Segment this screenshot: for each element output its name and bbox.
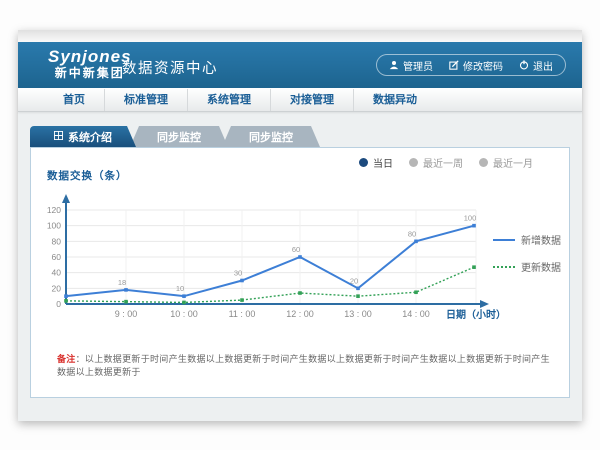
tab-label: 系统介绍 [68,129,112,145]
tab-bar: 系统介绍 同步监控 同步监控 [30,126,320,147]
legend-label: 更新数据 [521,259,561,274]
nav-item-system-mgmt[interactable]: 系统管理 [188,89,271,111]
svg-text:100: 100 [464,214,477,223]
nav-item-data-change[interactable]: 数据异动 [354,89,436,111]
svg-text:60: 60 [292,245,300,254]
svg-text:60: 60 [52,252,62,262]
svg-text:30: 30 [234,269,242,278]
svg-text:日期（小时）: 日期（小时） [446,308,506,321]
logout-label: 退出 [533,58,553,73]
tab-label: 同步监控 [157,129,201,145]
svg-text:80: 80 [52,236,62,246]
legend-label: 新增数据 [521,232,561,247]
tab-label: 同步监控 [249,129,293,145]
svg-text:12 : 00: 12 : 00 [286,309,314,319]
radio-last-week[interactable]: 最近一周 [409,155,463,170]
radio-label: 当日 [373,155,393,170]
app-header: Synjones 新中新集团 数据资源中心 管理员 修改密码 退出 [18,42,582,88]
tab-sync-monitor-1[interactable]: 同步监控 [130,126,228,147]
nav-item-home[interactable]: 首页 [44,89,105,111]
note-label: 备注 [57,354,76,364]
svg-text:9 : 00: 9 : 00 [115,309,138,319]
user-menu[interactable]: 管理员 [381,58,441,73]
radio-dot-icon [409,158,418,167]
edit-icon [449,60,459,70]
window-top-strip [18,30,582,42]
grid-icon [54,131,63,143]
note-text: ：以上数据更新于时间产生数据以上数据更新于时间产生数据以上数据更新于时间产生数据… [57,354,550,377]
logo-text-cn: 新中新集团 [48,66,132,81]
chart-legend: 新增数据 更新数据 [493,232,561,274]
svg-text:120: 120 [47,205,61,215]
nav-item-interface-mgmt[interactable]: 对接管理 [271,89,354,111]
svg-text:40: 40 [52,268,62,278]
logout-button[interactable]: 退出 [511,58,561,73]
radio-label: 最近一月 [493,155,533,170]
user-menu-label: 管理员 [403,58,433,73]
logo-text-en: Synjones [48,47,132,66]
svg-text:11 : 00: 11 : 00 [229,309,256,319]
power-icon [519,60,529,70]
user-icon [389,60,399,70]
y-axis-title: 数据交换（条） [47,168,128,183]
change-password-label: 修改密码 [463,58,503,73]
radio-last-month[interactable]: 最近一月 [479,155,533,170]
dotted-line-icon [493,266,515,268]
svg-text:100: 100 [47,221,61,231]
footer-note: 备注：以上数据更新于时间产生数据以上数据更新于时间产生数据以上数据更新于时间产生… [57,353,557,379]
line-chart: 0 20 40 60 80 100 120 9 : 00 10 : 00 11 : 00 12 : … [39,186,514,324]
svg-text:18: 18 [118,278,126,287]
radio-label: 最近一周 [423,155,463,170]
svg-text:80: 80 [408,229,416,238]
svg-text:13 : 00: 13 : 00 [344,309,372,319]
company-logo[interactable]: Synjones 新中新集团 [48,47,132,81]
legend-item-new-data: 新增数据 [493,232,561,247]
radio-dot-icon [479,158,488,167]
range-filter-group: 当日 最近一周 最近一月 [359,155,533,170]
user-toolbar: 管理员 修改密码 退出 [376,54,566,76]
main-nav: 首页 标准管理 系统管理 对接管理 数据异动 [18,88,582,112]
svg-text:10 : 00: 10 : 00 [170,309,198,319]
radio-today[interactable]: 当日 [359,155,393,170]
page-title: 数据资源中心 [122,57,218,78]
tab-sync-monitor-2[interactable]: 同步监控 [222,126,320,147]
change-password-button[interactable]: 修改密码 [441,58,511,73]
tab-system-intro[interactable]: 系统介绍 [30,126,136,147]
app-window: Synjones 新中新集团 数据资源中心 管理员 修改密码 退出 [18,30,582,421]
svg-text:0: 0 [56,299,61,309]
svg-text:20: 20 [350,276,358,285]
content-panel: 当日 最近一周 最近一月 数据交换（条） 0 20 40 60 80 100 120 9 : … [30,147,570,398]
legend-item-updated-data: 更新数据 [493,259,561,274]
nav-item-standard-mgmt[interactable]: 标准管理 [105,89,188,111]
solid-line-icon [493,239,515,241]
radio-dot-icon [359,158,368,167]
svg-text:10: 10 [176,284,184,293]
svg-text:20: 20 [52,283,62,293]
svg-text:14 : 00: 14 : 00 [402,309,430,319]
